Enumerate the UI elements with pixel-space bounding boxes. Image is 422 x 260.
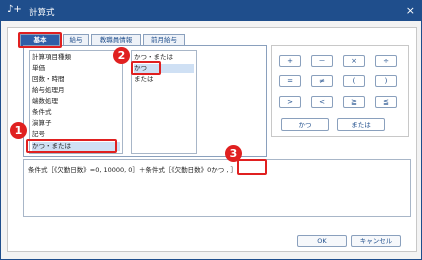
list-item[interactable]: 記号 xyxy=(32,130,45,139)
list-item-selected[interactable]: かつ・または xyxy=(32,142,120,151)
greater-than-key[interactable]: > xyxy=(279,96,301,108)
equals-key[interactable]: = xyxy=(279,75,301,87)
not-equal-key[interactable]: ≠ xyxy=(311,75,333,87)
less-than-key[interactable]: < xyxy=(311,96,333,108)
step-badge-1: 1 xyxy=(10,122,27,139)
list-item[interactable]: 給与処理月 xyxy=(32,86,65,95)
calculator-plus-icon: ♪+ xyxy=(7,4,22,15)
list-item[interactable]: 回数・時間 xyxy=(32,75,65,84)
category-list-header: 計算項目種類 xyxy=(32,53,71,61)
formula-text-after: , ］ xyxy=(224,166,238,174)
plus-key[interactable]: + xyxy=(279,55,301,67)
operator-list[interactable]: かつ・または かつ または xyxy=(131,50,197,154)
dialog-title: 計算式 xyxy=(29,8,55,18)
operator-list-header: かつ・または xyxy=(134,53,173,61)
step-badge-2: 2 xyxy=(113,47,130,64)
list-item[interactable]: 単価 xyxy=(32,64,45,73)
category-list[interactable]: 計算項目種類 単価 回数・時間 給与処理月 端数処理 条件式 演算子 記号 かつ… xyxy=(29,50,123,154)
and-key[interactable]: かつ xyxy=(281,118,329,131)
minus-key[interactable]: － xyxy=(311,55,333,67)
formula-editor[interactable]: 条件式［《欠勤日数》=0, 10000, 0］＋条件式［《欠勤日数》0かつ , … xyxy=(23,159,411,217)
list-item[interactable]: 演算子 xyxy=(32,119,52,128)
cancel-button[interactable]: キャンセル xyxy=(351,235,401,247)
list-item[interactable]: 端数処理 xyxy=(32,97,58,106)
divide-key[interactable]: ÷ xyxy=(375,55,397,67)
or-key[interactable]: または xyxy=(337,118,385,131)
formula-highlight: 0かつ xyxy=(207,166,225,174)
multiply-key[interactable]: × xyxy=(343,55,365,67)
formula-text: 条件式［《欠勤日数》=0, 10000, 0］＋条件式［《欠勤日数》0かつ , … xyxy=(28,164,237,174)
greater-equal-key[interactable]: ≧ xyxy=(343,96,365,108)
ok-button[interactable]: OK xyxy=(297,235,347,247)
list-item-selected[interactable]: かつ xyxy=(134,64,194,73)
formula-dialog: ♪+ 計算式 × 基本 給与 教職員情報 前月給与 計算項目種類 単価 回数・時… xyxy=(0,0,422,260)
open-paren-key[interactable]: ( xyxy=(343,75,365,87)
less-equal-key[interactable]: ≦ xyxy=(375,96,397,108)
title-bar: ♪+ 計算式 × xyxy=(1,1,421,21)
formula-text-before: 条件式［《欠勤日数》=0, 10000, 0］＋条件式［《欠勤日数》 xyxy=(28,166,208,174)
list-item[interactable]: または xyxy=(134,75,154,84)
close-paren-key[interactable]: ) xyxy=(375,75,397,87)
list-item[interactable]: 条件式 xyxy=(32,108,52,117)
step-badge-3: 3 xyxy=(225,145,242,162)
close-icon[interactable]: × xyxy=(406,4,415,17)
